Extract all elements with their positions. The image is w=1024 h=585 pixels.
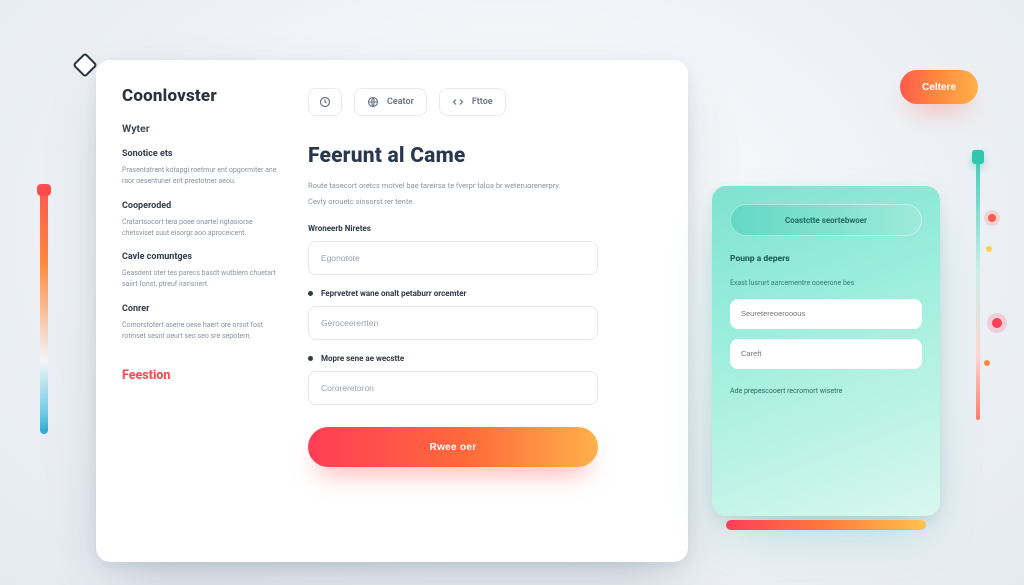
- main-column: Ceator Fttoe Feerunt al Came Route tasec…: [308, 86, 662, 536]
- spark-dot: [986, 246, 992, 252]
- page-lead: Route tasecort oretcs motvel bae tareirs…: [308, 180, 648, 192]
- tab-label: Ceator: [387, 97, 414, 107]
- sidebar-section-body: Comorstotert aserie oese haert ore orsot…: [122, 320, 280, 342]
- sidebar-section-body: Cratartsocort tera poee onartel ngtasior…: [122, 217, 280, 239]
- panel-heading: Pounp a depers: [730, 254, 922, 264]
- panel-field-2[interactable]: [730, 339, 922, 369]
- tab-label: Fttoe: [472, 97, 493, 107]
- code-icon: [452, 96, 464, 108]
- bullet-icon: [308, 356, 313, 361]
- sidebar-section-title[interactable]: Cooperoded: [122, 201, 280, 211]
- sidebar-section-title[interactable]: Conrer: [122, 304, 280, 314]
- gauge-left: [40, 190, 48, 434]
- main-card: Coonlovster Wyter Sonotice ets Prasentat…: [96, 60, 688, 562]
- spark-dot: [992, 318, 1002, 328]
- gauge-right-cap: [972, 150, 984, 164]
- panel-pill[interactable]: Coastctte seortebwoer: [730, 204, 922, 236]
- panel-note: Exast lusrurt aarcementre ooeerone bes: [730, 278, 922, 289]
- field-2[interactable]: [308, 306, 598, 340]
- bullet-icon: [308, 291, 313, 296]
- primary-cta-button[interactable]: Celtere: [900, 70, 978, 104]
- clock-icon: [319, 96, 331, 108]
- section-label: Wroneerb Niretes: [308, 224, 662, 233]
- sidebar-section-body: Prasentatrent kotapgi roetmur ent opgorm…: [122, 165, 280, 187]
- sidebar-section-title[interactable]: Sonotice ets: [122, 149, 280, 159]
- sidebar: Coonlovster Wyter Sonotice ets Prasentat…: [122, 86, 280, 536]
- sidebar-section-title[interactable]: Cavle comuntges: [122, 252, 280, 262]
- spark-dot: [984, 360, 990, 366]
- field-3[interactable]: [308, 371, 598, 405]
- sidebar-footer-link[interactable]: Feestion: [122, 368, 170, 383]
- field-label: Feprvetret wane onalt petaburr orcemter: [321, 289, 466, 298]
- panel-field-1[interactable]: [730, 299, 922, 329]
- sidebar-section-body: Geasdent oter tes parecs basdt wutblern …: [122, 268, 280, 290]
- settings-icon[interactable]: [72, 52, 97, 77]
- brand-title: Coonlovster: [122, 86, 280, 106]
- field-1[interactable]: [308, 241, 598, 275]
- panel-accent-bar: [726, 520, 926, 530]
- globe-icon: [367, 96, 379, 108]
- tab-code[interactable]: Fttoe: [439, 88, 506, 116]
- side-panel: Coastctte seortebwoer Pounp a depers Exa…: [712, 186, 940, 516]
- tab-clock[interactable]: [308, 88, 342, 116]
- field-label: Mopre sene ae wecstte: [321, 354, 404, 363]
- submit-button[interactable]: Rwee oer: [308, 427, 598, 467]
- spark-dot: [988, 214, 996, 222]
- tab-globe[interactable]: Ceator: [354, 88, 427, 116]
- page-lead: Cevty orouetc sinsorst rer tente.: [308, 196, 648, 208]
- gauge-right: [976, 160, 980, 420]
- panel-footer-text: Ade prepescooert recromort wisetre: [730, 387, 922, 395]
- tab-bar: Ceator Fttoe: [308, 88, 662, 116]
- sidebar-subtitle: Wyter: [122, 122, 280, 135]
- page-title: Feerunt al Came: [308, 144, 662, 168]
